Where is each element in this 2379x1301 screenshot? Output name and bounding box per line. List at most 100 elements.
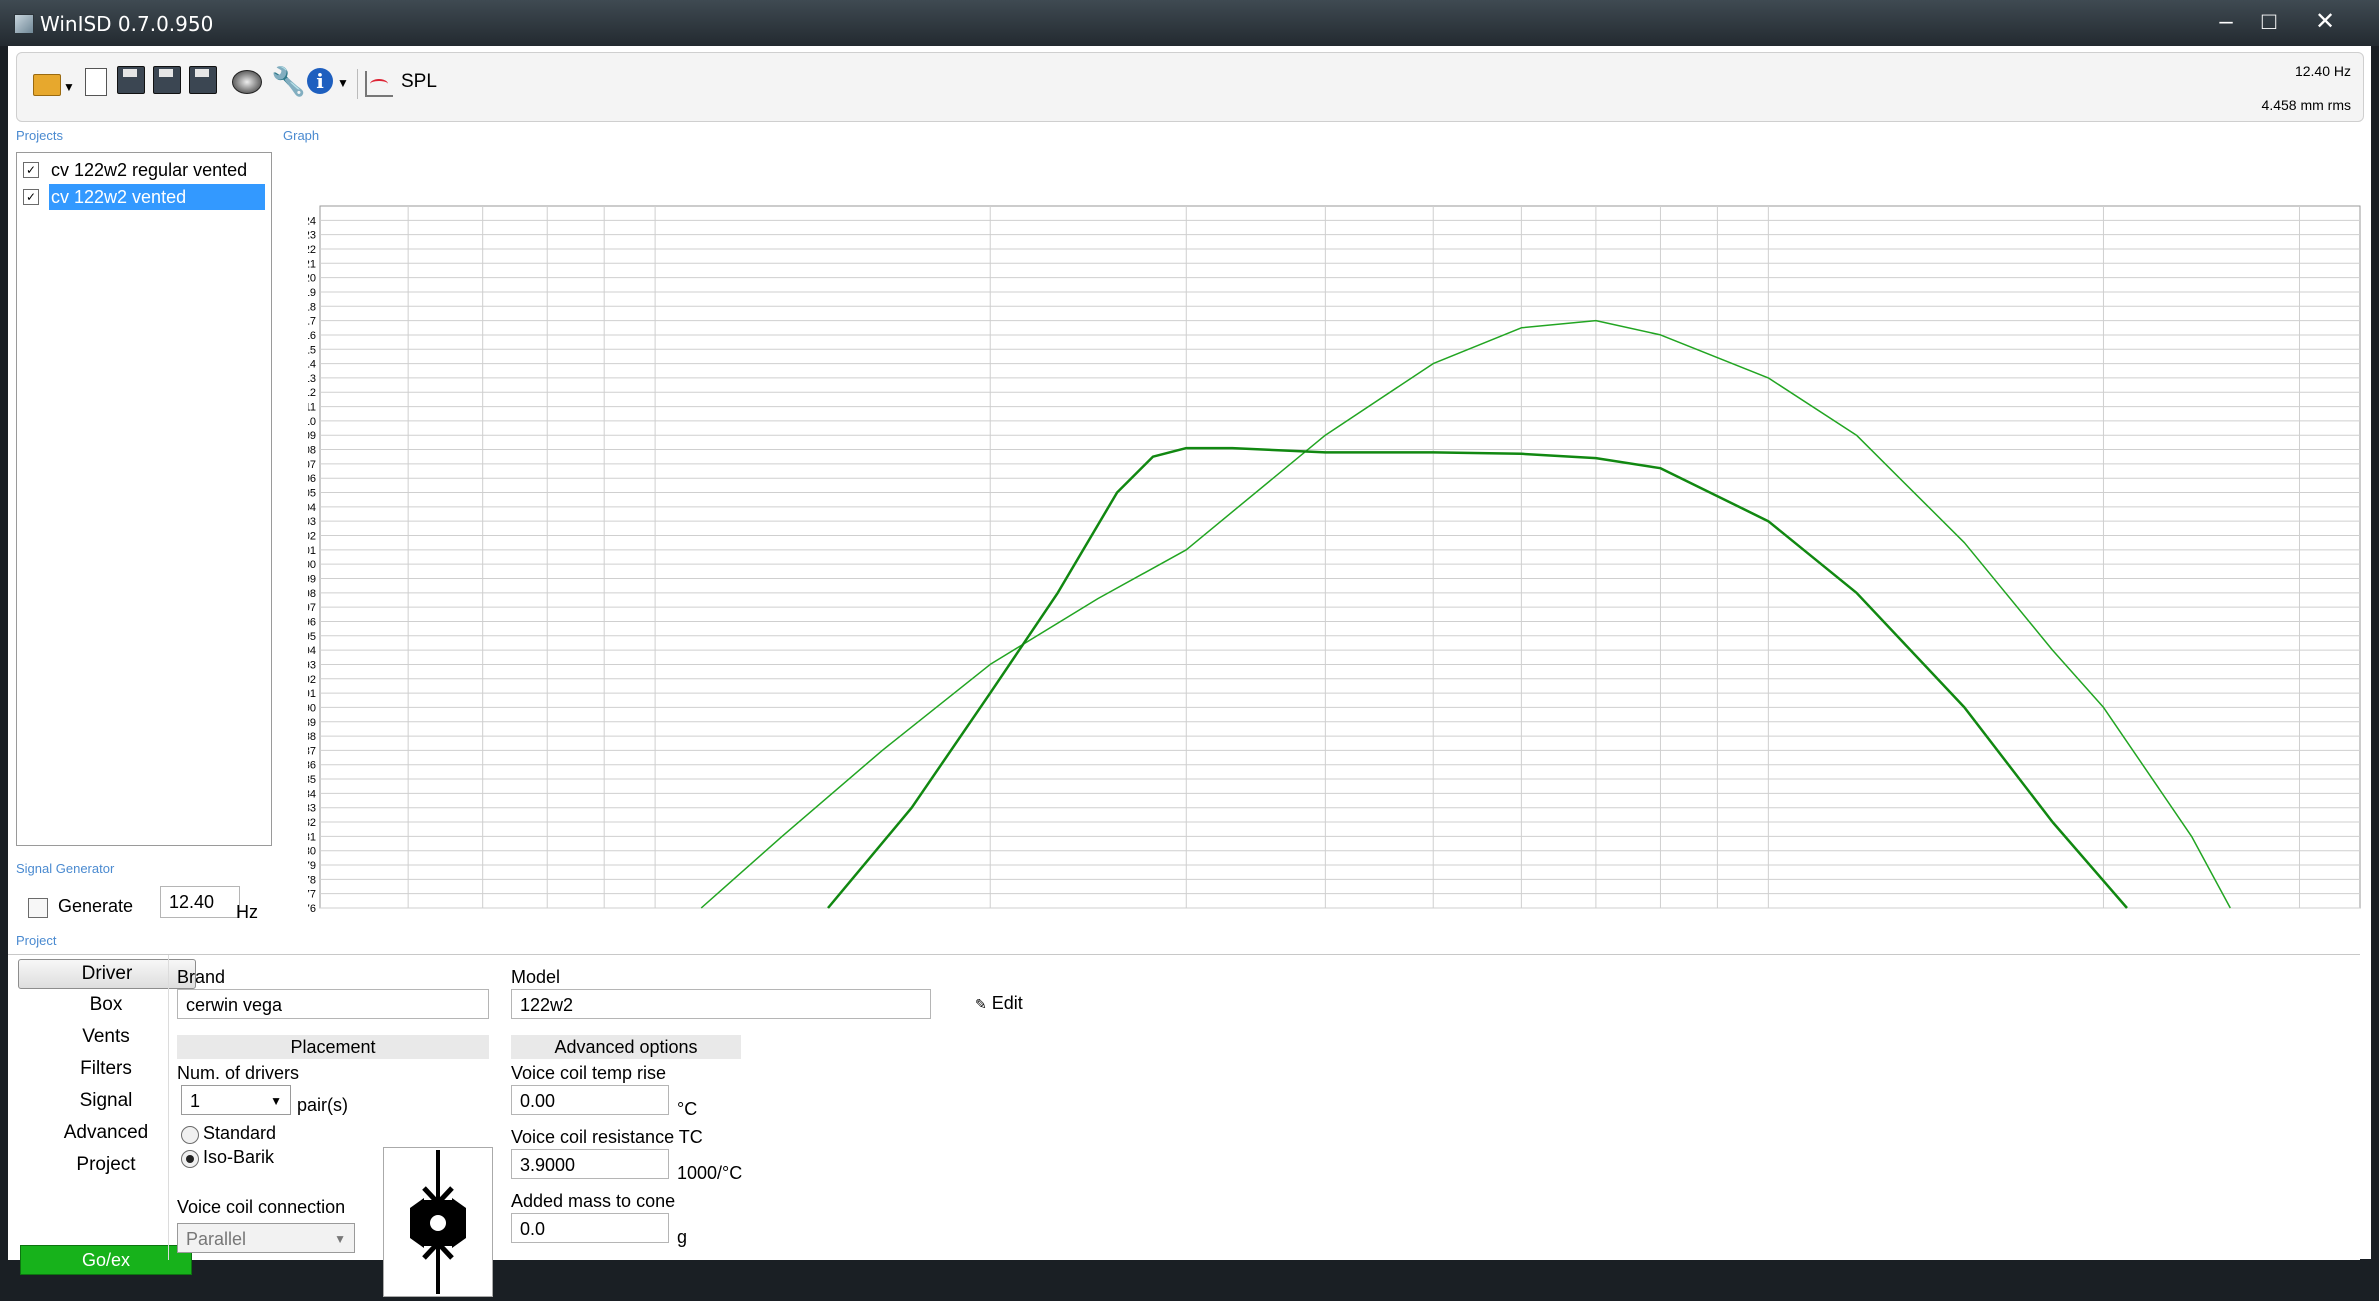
mass-field[interactable]: 0.0 [511,1213,669,1243]
checkbox-checked-icon[interactable]: ✓ [23,189,39,205]
save-as-icon[interactable] [153,66,181,94]
y-tick-label: 114 [308,359,316,371]
driver-icon[interactable] [232,66,264,98]
app-icon [14,14,34,34]
vc-connection-select[interactable]: Parallel ▼ [177,1223,355,1253]
y-tick-label: 121 [308,258,316,270]
x-tick-label: 10 [649,917,661,918]
vc-temp-field[interactable]: 0.00 [511,1085,669,1115]
y-tick-label: 96 [308,616,316,628]
project-name[interactable]: cv 122w2 vented [49,184,265,210]
project-item-selected[interactable]: ✓ cv 122w2 vented [17,184,271,210]
y-tick-label: 108 [308,445,316,457]
x-tick-label: 5 [317,917,323,918]
generator-frequency-unit: Hz [236,902,258,922]
y-tick-label: 83 [308,803,316,815]
chevron-down-icon: ▼ [270,1094,282,1108]
vc-tc-field[interactable]: 3.9000 [511,1149,669,1179]
vc-temp-label: Voice coil temp rise [511,1063,667,1083]
y-tick-label: 79 [308,860,316,872]
driver-tab-content: Brand cerwin vega Model 122w2 ✎ Edit Pla… [168,955,2359,1297]
y-tick-label: 93 [308,659,316,671]
edit-label: Edit [991,993,1023,1013]
y-tick-label: 87 [308,745,316,757]
checkbox-checked-icon[interactable]: ✓ [23,162,39,178]
y-tick-label: 92 [308,674,316,686]
mass-label: Added mass to cone [511,1191,676,1211]
y-tick-label: 104 [308,502,316,514]
save-icon[interactable] [117,66,145,94]
y-tick-label: 109 [308,430,316,442]
y-tick-label: 115 [308,344,316,356]
y-tick-label: 97 [308,602,316,614]
y-tick-label: 94 [308,645,316,657]
advanced-options-header: Advanced options [511,1035,741,1059]
placement-header: Placement [177,1035,489,1059]
y-tick-label: 100 [308,559,316,571]
toolbar-separator [357,69,358,99]
y-tick-label: 119 [308,287,316,299]
go-button[interactable]: Go/ex [20,1245,192,1275]
vc-tc-label: Voice coil resistance TC [511,1127,703,1147]
y-tick-label: 85 [308,774,316,786]
y-tick-label: 89 [308,717,316,729]
pairs-label: pair(s) [297,1095,349,1115]
y-tick-label: 124 [308,215,316,227]
maximize-button[interactable]: □ [2243,4,2295,40]
y-tick-label: 105 [308,488,316,500]
mass-unit: g [677,1227,688,1247]
checkbox-unchecked-icon[interactable] [28,898,48,918]
projects-label: Projects [16,128,63,143]
project-item[interactable]: ✓ cv 122w2 regular vented [17,157,271,183]
isobarik-diagram [383,1147,493,1297]
y-tick-label: 99 [308,573,316,585]
y-tick-label: 120 [308,273,316,285]
isobarik-driver-icon [410,1150,466,1294]
new-document-icon[interactable] [81,66,113,98]
y-tick-label: 82 [308,817,316,829]
generate-label: Generate [58,896,134,916]
y-tick-label: 110 [308,416,316,428]
save-all-icon[interactable] [189,66,217,94]
spl-graph: 76 77 78 79 80 81 82 83 84 85 86 87 88 89 90 91 92 93 94 95… [298,152,2364,929]
spl-chart: 76 77 78 79 80 81 82 83 84 85 86 87 88 89 90 91 92 93 94 95… [298,205,2361,929]
model-label: Model [511,967,561,987]
y-tick-label: 78 [308,874,316,886]
y-tick-label: 86 [308,760,316,772]
isobarik-radio[interactable] [181,1150,199,1168]
close-button[interactable]: ✕ [2299,4,2351,40]
projects-list: ✓ cv 122w2 regular vented ✓ cv 122w2 ven… [16,152,272,846]
x-tick-label: 20 [984,917,996,918]
y-tick-label: 122 [308,244,316,256]
folder-open-icon[interactable]: ▼ [33,66,75,98]
project-label: Project [16,933,57,948]
y-tick-label: 107 [308,459,316,471]
num-drivers-select[interactable]: 1 ▼ [181,1085,291,1115]
generator-frequency-input[interactable]: 12.40 [160,886,240,918]
y-tick-label: 118 [308,301,316,313]
brand-field[interactable]: cerwin vega [177,989,489,1019]
plot-area [319,205,2361,909]
y-tick-label: 101 [308,545,316,557]
standard-radio[interactable] [181,1126,199,1144]
toolbar: ▼ 🔧 i ▼ SPL 12.40 Hz 4.458 mm rms [16,52,2364,122]
y-tick-label: 84 [308,788,316,800]
y-tick-label: 106 [308,473,316,485]
vc-connection-label: Voice coil connection [177,1197,346,1217]
tools-icon[interactable]: 🔧 [271,66,306,98]
y-tick-label: 76 [308,903,316,915]
y-tick-label: 113 [308,373,316,385]
edit-button[interactable]: ✎ Edit [975,993,1023,1014]
y-tick-label: 90 [308,702,316,714]
y-tick-label: 91 [308,688,316,700]
graph-label: Graph [283,128,320,143]
project-name[interactable]: cv 122w2 regular vented [49,157,253,183]
info-icon[interactable]: i ▼ [307,66,349,98]
model-field[interactable]: 122w2 [511,989,931,1019]
spl-graph-icon [365,71,393,97]
num-drivers-value: 1 [190,1091,201,1111]
vc-tc-unit: 1000/°C [677,1163,743,1183]
vc-temp-unit: °C [677,1099,698,1119]
brand-label: Brand [177,967,226,987]
signal-generator-label: Signal Generator [16,861,115,876]
